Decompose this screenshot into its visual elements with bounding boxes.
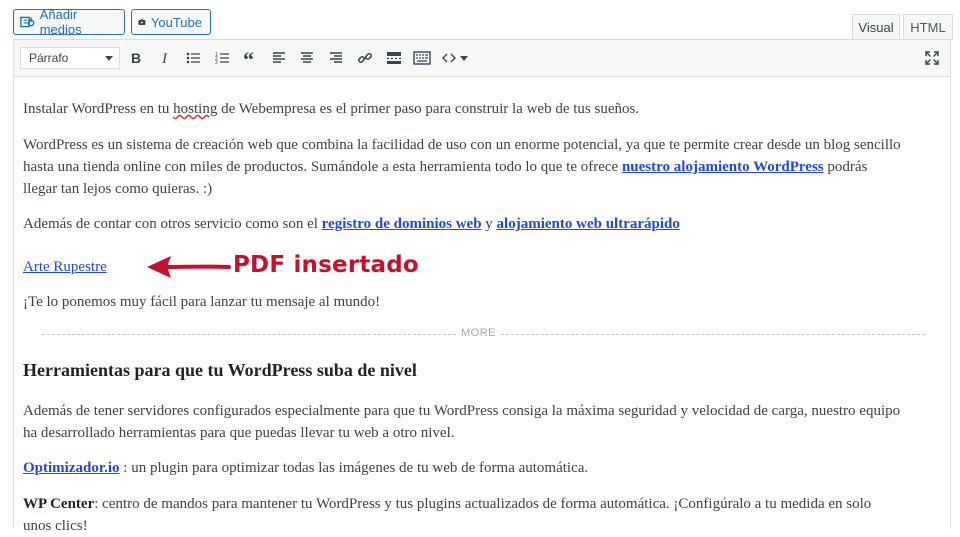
- align-right-icon: [330, 52, 342, 63]
- code-icon: [442, 53, 456, 63]
- annotation-arrow-icon: [147, 256, 231, 278]
- paragraph-2-line-3-text: llegar tan lejos como quieras. :): [23, 181, 213, 197]
- format-select-value: Párrafo: [29, 51, 69, 65]
- toolbar-toggle-icon: [413, 51, 431, 65]
- tab-visual-label: Visual: [858, 19, 894, 35]
- more-separator-label: MORE: [461, 327, 496, 339]
- dropdown-icon: [460, 56, 468, 61]
- section-heading: Herramientas para que tu WordPress suba …: [23, 360, 417, 380]
- blockquote-icon: “: [243, 51, 254, 65]
- read-more-icon: [387, 52, 401, 64]
- tab-visual[interactable]: Visual: [852, 14, 900, 40]
- fast-hosting-link[interactable]: alojamiento web ultrarápido: [497, 216, 680, 232]
- align-left-button[interactable]: [269, 48, 289, 68]
- bullet-list-icon: [186, 52, 200, 64]
- paragraph-7-line-2: unos clics!: [23, 515, 88, 537]
- paragraph-6: Optimizador.io : un plugin para optimiza…: [23, 457, 588, 479]
- paragraph-2-line-1-text: WordPress es un sistema de creación web …: [23, 137, 901, 153]
- svg-text:B: B: [131, 51, 141, 65]
- tab-html-label: HTML: [910, 19, 946, 35]
- bullet-list-button[interactable]: [184, 48, 204, 68]
- link-icon: [358, 53, 372, 63]
- optimizador-link[interactable]: Optimizador.io: [23, 460, 120, 476]
- paragraph-2-line-2-text-b: podrás: [823, 159, 868, 175]
- align-right-button[interactable]: [326, 48, 346, 68]
- bold-icon: B: [131, 51, 141, 65]
- paragraph-5-line-2-text: ha desarrollado herramientas para que pu…: [23, 425, 455, 441]
- add-media-icon: [20, 16, 35, 28]
- bold-button[interactable]: B: [126, 48, 146, 68]
- paragraph-5-line-1: Además de tener servidores configurados …: [23, 400, 900, 422]
- italic-icon: I: [161, 51, 168, 65]
- paragraph-4-text: ¡Te lo ponemos muy fácil para lanzar tu …: [23, 294, 381, 310]
- read-more-button[interactable]: [384, 48, 404, 68]
- blockquote-button[interactable]: “: [241, 48, 261, 68]
- paragraph-2-line-1: WordPress es un sistema de creación web …: [23, 134, 901, 156]
- align-left-icon: [273, 52, 285, 63]
- youtube-button[interactable]: YouTube: [131, 9, 211, 35]
- italic-button[interactable]: I: [155, 48, 175, 68]
- code-button[interactable]: [441, 48, 457, 68]
- wordpress-hosting-link[interactable]: nuestro alojamiento WordPress: [622, 159, 824, 175]
- numbered-list-button[interactable]: 1 2 3: [213, 48, 233, 68]
- format-select[interactable]: Párrafo: [20, 47, 120, 69]
- toolbar-toggle-button[interactable]: [412, 48, 432, 68]
- svg-text:I: I: [161, 51, 168, 65]
- paragraph-3-text-a: Además de contar con otros servicio como…: [23, 216, 322, 232]
- paragraph-4: ¡Te lo ponemos muy fácil para lanzar tu …: [23, 291, 380, 313]
- tab-html[interactable]: HTML: [903, 14, 953, 40]
- wp-center-label: WP Center: [23, 496, 95, 512]
- youtube-icon: [138, 18, 146, 25]
- add-media-label: Añadir medios: [39, 7, 82, 37]
- paragraph-1-text-c: de Webempresa es el primer paso para con…: [217, 101, 640, 117]
- editor-toolbar: Párrafo B I 1 2 3 “: [13, 39, 951, 77]
- paragraph-2-line-2-text-a: hasta una tienda online con miles de pro…: [23, 159, 622, 175]
- more-separator-right: [501, 334, 925, 335]
- paragraph-7-line-1: WP Center: centro de mandos para mantene…: [23, 493, 871, 515]
- pdf-annotation-label: PDF insertado: [233, 252, 419, 278]
- paragraph-1-text-a: Instalar WordPress en tu: [23, 101, 174, 117]
- youtube-label: YouTube: [150, 14, 202, 30]
- paragraph-7-text: : centro de mandos para mantener tu Word…: [94, 496, 872, 512]
- paragraph-5-line-2: ha desarrollado herramientas para que pu…: [23, 422, 455, 444]
- numbered-list-icon: 1 2 3: [215, 52, 229, 65]
- more-separator-left: [42, 334, 456, 335]
- paragraph-7-line-2-text: unos clics!: [23, 518, 88, 534]
- paragraph-6-text: : un plugin para optimizar todas las imá…: [119, 460, 589, 476]
- code-dropdown-button[interactable]: [458, 48, 470, 68]
- paragraph-2-line-2: hasta una tienda online con miles de pro…: [23, 156, 867, 178]
- fullscreen-button[interactable]: [922, 48, 942, 68]
- pdf-paragraph: Arte Rupestre: [23, 256, 107, 278]
- paragraph-5-line-1-text: Además de tener servidores configurados …: [23, 403, 901, 419]
- paragraph-1: Instalar WordPress en tu hosting de Webe…: [23, 98, 639, 120]
- pdf-link[interactable]: Arte Rupestre: [23, 259, 107, 275]
- align-center-icon: [301, 52, 313, 63]
- svg-text:“: “: [243, 51, 254, 65]
- paragraph-2-line-3: llegar tan lejos como quieras. :): [23, 178, 212, 200]
- align-center-button[interactable]: [297, 48, 317, 68]
- paragraph-3: Además de contar con otros servicio como…: [23, 213, 680, 235]
- chevron-down-icon: [105, 56, 113, 61]
- domain-registration-link[interactable]: registro de dominios web: [322, 216, 482, 232]
- svg-text:3: 3: [215, 60, 218, 65]
- add-media-button[interactable]: Añadir medios: [13, 7, 125, 37]
- fullscreen-icon: [925, 51, 939, 65]
- paragraph-3-text-b: y: [481, 216, 497, 232]
- paragraph-1-hosting: hosting: [173, 101, 218, 117]
- link-button[interactable]: [355, 48, 375, 68]
